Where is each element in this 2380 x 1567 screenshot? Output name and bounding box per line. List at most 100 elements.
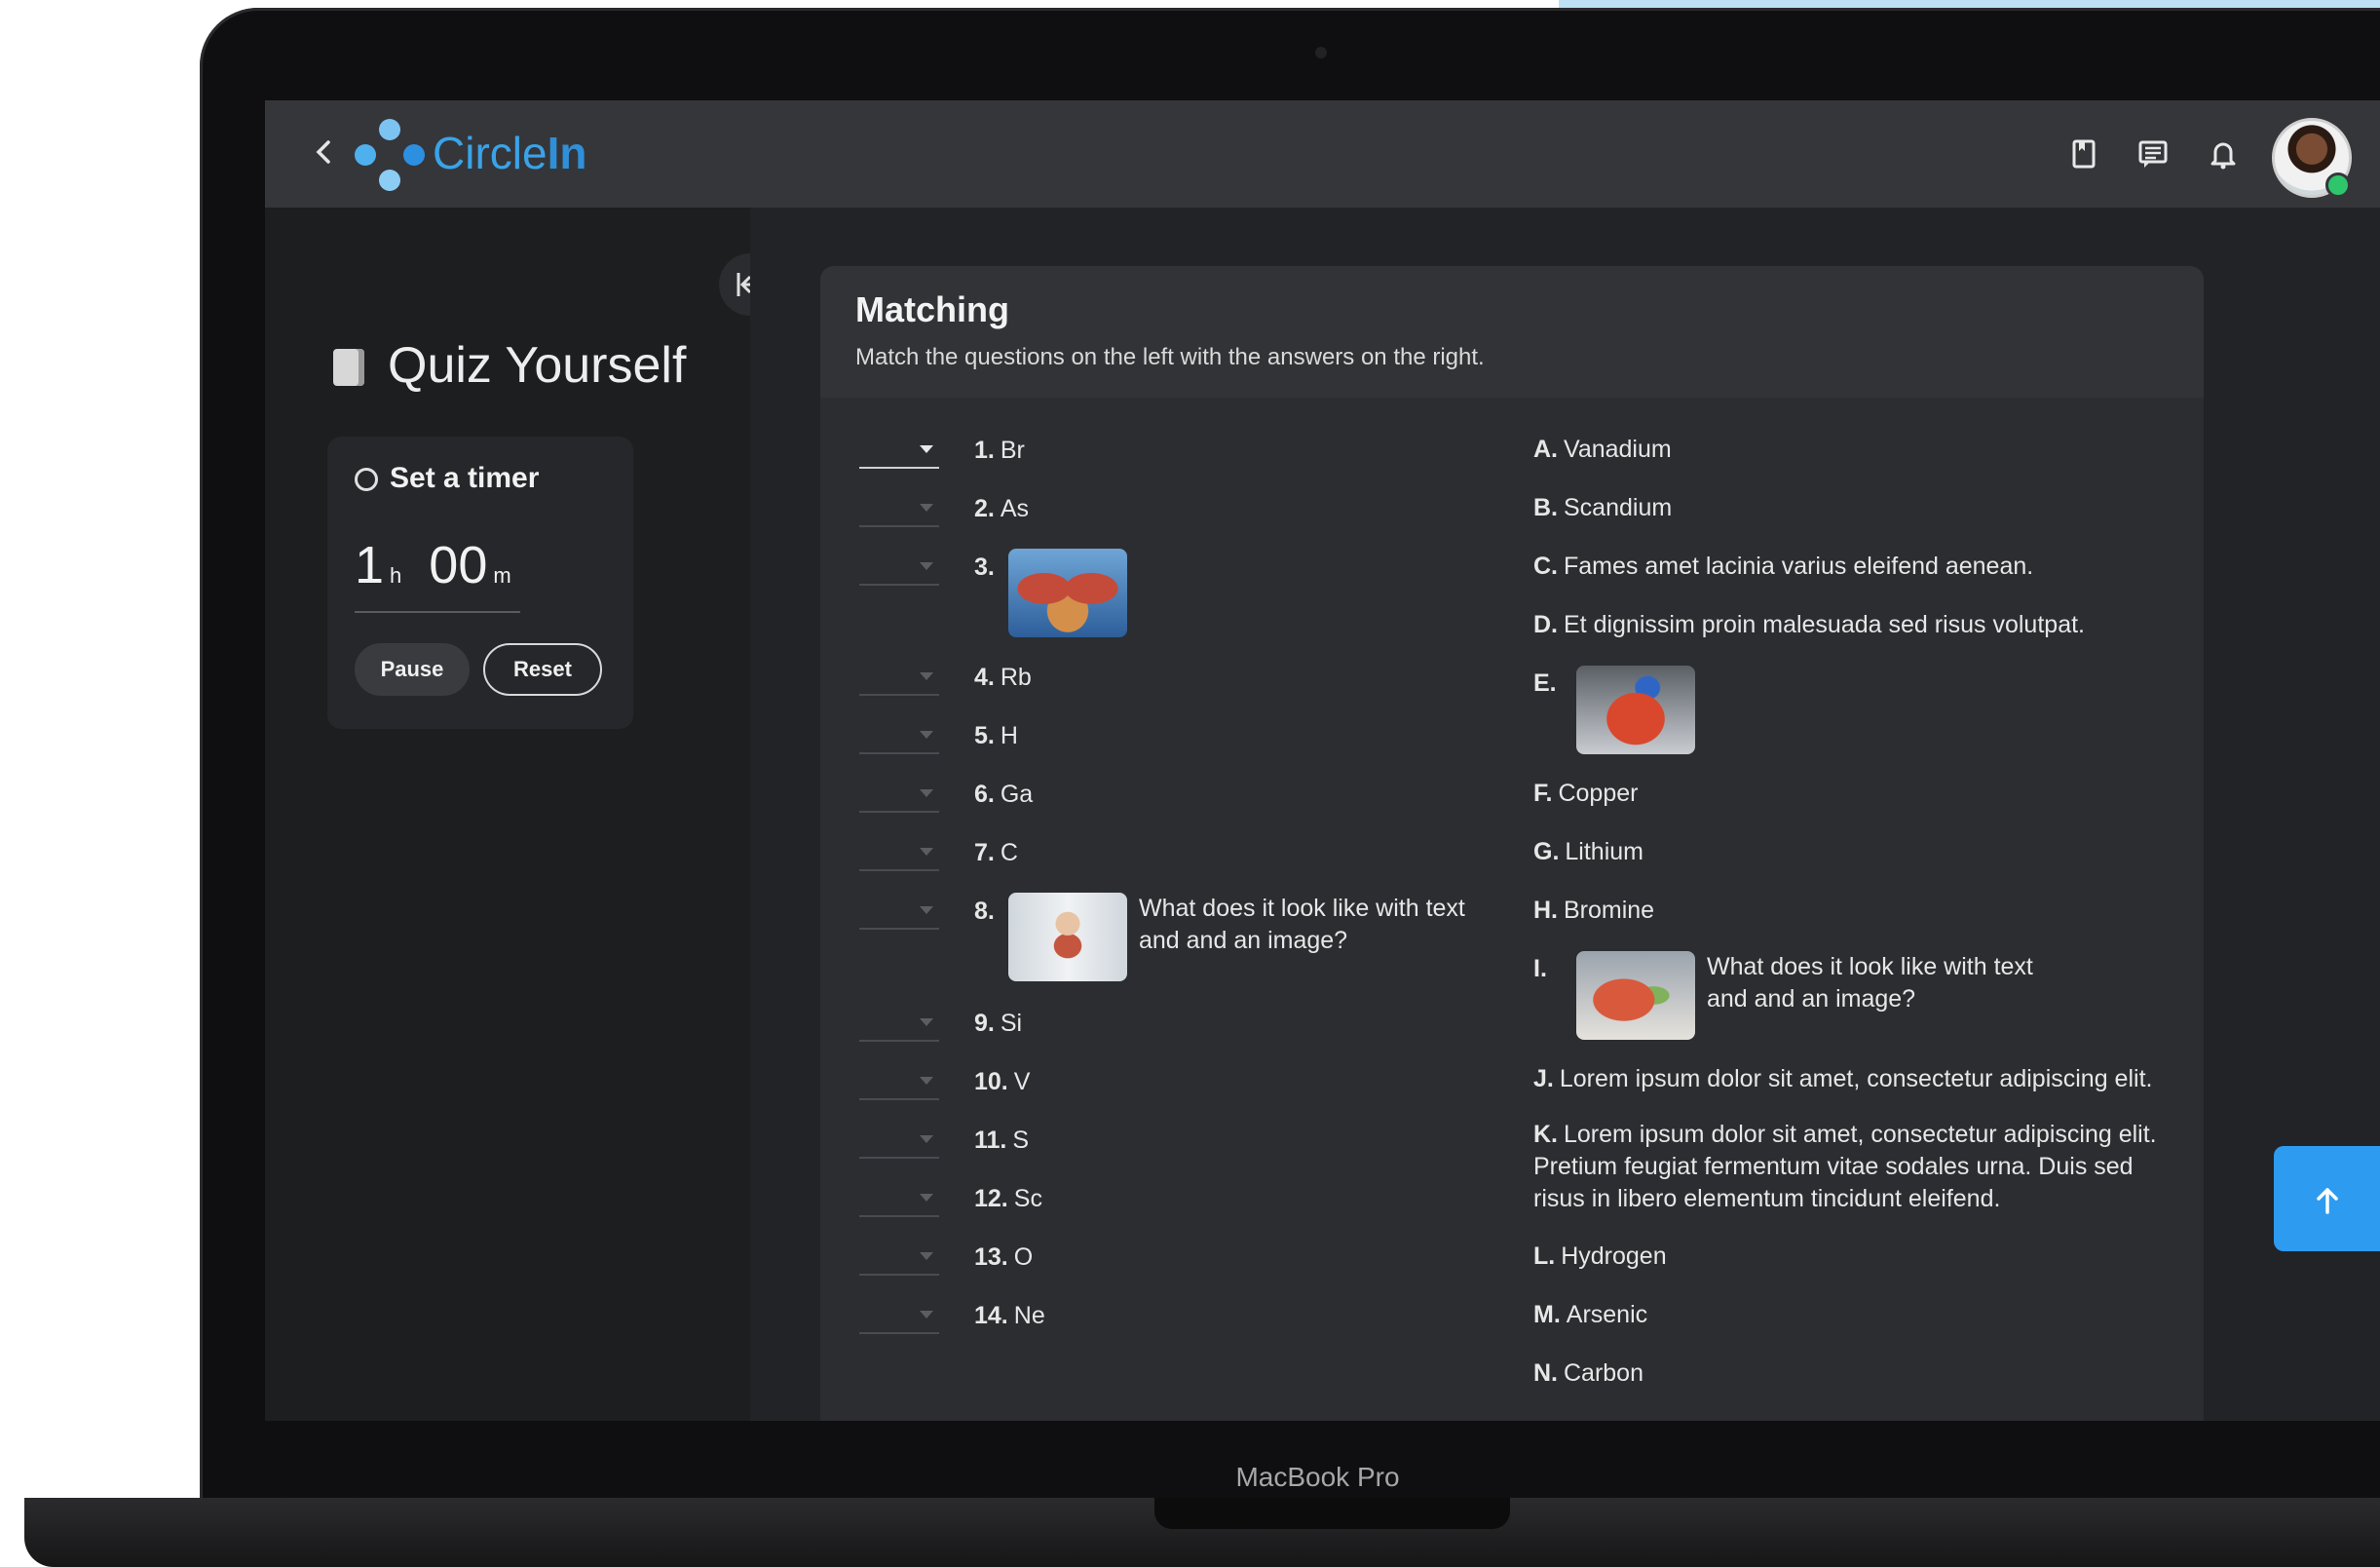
answer-text: Bromine — [1564, 897, 1655, 924]
question-text: 13. O — [974, 1241, 1033, 1274]
pause-button[interactable]: Pause — [355, 643, 470, 696]
answer-item: F. Copper — [1533, 778, 1638, 810]
answer-text: Carbon — [1564, 1359, 1643, 1387]
matching-title: Matching — [855, 289, 1009, 329]
answer-text: Copper — [1558, 780, 1639, 807]
timer-minutes-unit: m — [493, 563, 511, 588]
question-number: 9. — [974, 1010, 995, 1037]
arrow-up-icon — [2316, 1188, 2338, 1215]
answer-text: Fames amet lacinia varius eleifend aenea… — [1564, 553, 2034, 580]
timer-hours-unit: h — [390, 563, 402, 588]
chevron-down-icon — [920, 1252, 933, 1260]
bell-icon[interactable] — [2207, 137, 2240, 171]
answer-text: Et dignissim proin malesuada sed risus v… — [1564, 611, 2085, 638]
question-label: C — [1000, 839, 1018, 866]
reset-button[interactable]: Reset — [483, 643, 602, 696]
main-content: Matching Match the questions on the left… — [750, 208, 2380, 1421]
question-label: Si — [1000, 1010, 1023, 1037]
answer-select[interactable] — [859, 434, 939, 469]
timer-card: Set a timer 1 h 00 m Pause Reset — [327, 437, 633, 729]
timer-minutes: 00 — [429, 536, 488, 594]
quiz-title-text: Quiz Yourself — [388, 337, 687, 394]
answer-text: What does it look like with text and and… — [1707, 953, 2033, 1013]
answer-letter: N. — [1533, 1359, 1558, 1387]
chevron-down-icon — [920, 562, 933, 570]
question-label: H — [1000, 722, 1018, 749]
matching-header: Matching Match the questions on the left… — [820, 266, 2204, 398]
stopwatch-icon — [355, 468, 378, 491]
book-icon — [333, 349, 364, 386]
answer-select[interactable] — [859, 661, 939, 696]
timer-hours: 1 — [355, 536, 385, 594]
chevron-down-icon — [920, 504, 933, 512]
question-number: 7. — [974, 839, 995, 866]
camera-dot — [1315, 47, 1327, 58]
chevron-down-icon — [920, 906, 933, 914]
question-text: 3. — [974, 551, 1001, 584]
chevron-down-icon — [920, 848, 933, 856]
answer-item: C. Fames amet lacinia varius eleifend aen… — [1533, 551, 2033, 583]
answer-item: G. Lithium — [1533, 836, 1643, 868]
laptop-notch — [1154, 1498, 1510, 1529]
matching-instructions: Match the questions on the left with the… — [855, 344, 1485, 370]
answer-letter: G. — [1533, 838, 1560, 865]
answer-select[interactable] — [859, 1007, 939, 1042]
question-text: 10. V — [974, 1065, 1030, 1098]
answer-item: L. Hydrogen — [1533, 1241, 1667, 1273]
question-number: 14. — [974, 1302, 1008, 1329]
question-number: 6. — [974, 781, 995, 808]
answer-letter: M. — [1533, 1301, 1561, 1328]
chevron-down-icon — [920, 445, 933, 453]
answer-text: Lithium — [1565, 838, 1643, 865]
answer-select[interactable] — [859, 1241, 939, 1276]
answer-letter: B. — [1533, 494, 1558, 521]
answer-letter: F. — [1533, 780, 1553, 807]
back-button[interactable] — [304, 133, 343, 172]
chat-icon[interactable] — [2136, 137, 2170, 171]
answer-select[interactable] — [859, 895, 939, 930]
answer-text: Hydrogen — [1561, 1242, 1667, 1270]
lungs-anatomy-image — [1008, 549, 1127, 637]
question-text: 9. Si — [974, 1007, 1022, 1040]
answer-letter: L. — [1533, 1242, 1556, 1270]
chevron-down-icon — [920, 789, 933, 797]
answer-select[interactable] — [859, 1124, 939, 1159]
question-number: 5. — [974, 722, 995, 749]
answer-select[interactable] — [859, 778, 939, 813]
question-text: 1. Br — [974, 434, 1025, 467]
skeleton-model-image — [1008, 893, 1127, 981]
answer-select[interactable] — [859, 551, 939, 586]
timer-input[interactable]: 1 h 00 m — [355, 534, 520, 613]
question-text: 6. Ga — [974, 778, 1033, 811]
answer-item: K. Lorem ipsum dolor sit amet, consectetu… — [1533, 1119, 2157, 1215]
answer-select[interactable] — [859, 1065, 939, 1100]
answer-select[interactable] — [859, 1299, 939, 1334]
question-label: What does it look like with text and and… — [1139, 895, 1465, 954]
answer-letter: H. — [1533, 897, 1558, 924]
answer-text: Scandium — [1564, 494, 1673, 521]
heart-model-image — [1576, 666, 1695, 754]
question-text: 4. Rb — [974, 661, 1032, 694]
question-number: 10. — [974, 1068, 1008, 1095]
answer-select[interactable] — [859, 492, 939, 527]
question-label: S — [1012, 1127, 1030, 1154]
bookmark-icon[interactable] — [2067, 137, 2100, 171]
question-label: Ne — [1013, 1302, 1045, 1329]
chevron-down-icon — [920, 731, 933, 739]
logo-word-regular: Circle — [433, 128, 548, 178]
question-text: 8. — [974, 895, 1001, 928]
answer-letter: D. — [1533, 611, 1558, 638]
logo-word-bold: In — [547, 128, 587, 178]
answer-item: I. — [1533, 953, 1553, 985]
chevron-down-icon — [920, 1077, 933, 1085]
answer-select[interactable] — [859, 1182, 939, 1217]
answer-select[interactable] — [859, 836, 939, 871]
scroll-to-top-button[interactable] — [2274, 1146, 2380, 1251]
chevron-down-icon — [920, 1135, 933, 1143]
heart-anatomy-image — [1576, 951, 1695, 1040]
question-number: 2. — [974, 495, 995, 522]
top-navigation-bar: CircleIn — [265, 100, 2380, 208]
question-number: 1. — [974, 437, 995, 464]
question-number: 8. — [974, 898, 995, 925]
answer-select[interactable] — [859, 719, 939, 754]
